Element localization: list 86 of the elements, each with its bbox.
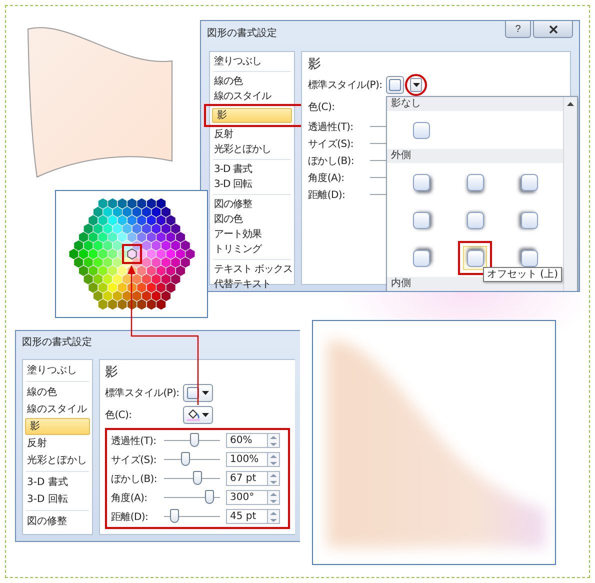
field-label: 色(C): [308, 101, 336, 114]
slider-thumb[interactable] [170, 509, 180, 523]
dialog-title: 図形の書式設定 [22, 336, 92, 349]
field-label: サイズ(S): [111, 454, 158, 466]
field-label: 色(C): [105, 409, 133, 422]
value-field[interactable]: 45 pt [226, 509, 268, 524]
category-item[interactable]: 線のスタイル [23, 401, 92, 418]
shadow-preview-icon [412, 250, 430, 266]
category-item[interactable]: 3-D 回転 [23, 491, 92, 508]
square-icon [389, 79, 401, 91]
field-label: ぼかし(B): [308, 154, 355, 168]
field-label: 透過性(T): [308, 120, 354, 134]
field-label: サイズ(S): [308, 138, 354, 150]
category-item[interactable]: 塗りつぶし [210, 54, 294, 69]
caret-icon [202, 391, 209, 395]
category-item[interactable]: 線のスタイル [210, 89, 294, 104]
category-item[interactable]: アート効果 [210, 227, 294, 242]
square-icon [187, 387, 199, 399]
value-field[interactable]: 300° [226, 490, 268, 505]
paint-bucket-icon [187, 409, 200, 421]
category-item[interactable]: テキスト ボックス [210, 262, 294, 277]
caret-icon [412, 83, 420, 87]
spinner-icon[interactable] [268, 471, 280, 486]
shadow-preview-icon [520, 212, 538, 228]
caret-icon [202, 413, 209, 417]
shadow-style-option[interactable] [463, 246, 487, 270]
selected-color-marker [122, 244, 142, 264]
shadow-preview-icon [520, 174, 538, 190]
spinner-icon[interactable] [268, 509, 280, 524]
slider-thumb[interactable] [190, 433, 199, 447]
value-field[interactable]: 67 pt [226, 471, 268, 486]
category-item[interactable]: 線の色 [210, 74, 294, 89]
value-field[interactable]: 60% [226, 433, 268, 448]
field-label: 標準スタイル(P): [308, 78, 384, 92]
gallery-section-header: 外側 [387, 149, 563, 163]
category-item[interactable]: 図の修整 [23, 513, 92, 530]
shadow-preview-icon [412, 122, 430, 138]
up-arrow-icon [567, 102, 574, 106]
close-icon [548, 24, 558, 34]
shadow-preview-icon [412, 174, 430, 190]
shadow-preview-icon [412, 212, 430, 228]
spinner-icon[interactable] [268, 490, 280, 505]
slider-thumb[interactable] [181, 452, 190, 466]
color-button[interactable] [183, 406, 213, 424]
tooltip: オフセット (上) [483, 267, 562, 282]
spinner-icon[interactable] [268, 433, 280, 448]
category-item[interactable]: 影 [212, 108, 292, 123]
close-button[interactable] [533, 21, 573, 38]
field-label: 距離(D): [111, 510, 150, 524]
dropdown-button[interactable] [410, 78, 422, 92]
category-item[interactable]: 3-D 回転 [210, 177, 294, 192]
field-label: ぼかし(B): [111, 472, 158, 486]
field-label: 標準スタイル(P): [105, 386, 180, 400]
style-button[interactable] [183, 384, 213, 402]
gallery-section-header: 影なし [387, 97, 563, 111]
slider-thumb[interactable] [205, 490, 214, 504]
category-item[interactable]: 光彩とぼかし [210, 142, 294, 157]
shadow-preview-icon [520, 250, 538, 266]
shadow-preview-icon [466, 174, 484, 190]
dialog-title: 図形の書式設定 [207, 26, 277, 40]
category-item[interactable]: 3-D 書式 [23, 474, 92, 491]
slider-thumb[interactable] [192, 471, 202, 485]
shadow-preview-icon [466, 250, 484, 266]
field-label: 角度(A): [111, 492, 148, 504]
field-label: 透過性(T): [111, 434, 158, 448]
category-item[interactable]: 反射 [210, 127, 294, 142]
category-item[interactable]: 図の修整 [210, 197, 294, 212]
field-label: 距離(D): [308, 188, 346, 202]
category-item[interactable]: 塗りつぶし [23, 362, 92, 379]
shadow-preview-icon [466, 212, 484, 228]
section-heading: 影 [105, 364, 119, 382]
category-item[interactable]: 反射 [23, 435, 92, 452]
category-item[interactable]: 図の色 [210, 212, 294, 227]
category-item[interactable]: トリミング [210, 242, 294, 257]
category-item[interactable]: 影 [25, 418, 90, 435]
category-item[interactable]: 3-D 書式 [210, 162, 294, 177]
section-heading: 影 [308, 56, 322, 74]
category-item[interactable]: 代替テキスト [210, 277, 294, 291]
field-label: 角度(A): [308, 172, 346, 184]
color-hexagon-drawing[interactable] [68, 198, 195, 310]
spinner-icon[interactable] [268, 452, 280, 467]
scrollbar[interactable] [563, 97, 577, 291]
category-item[interactable]: 線の色 [23, 384, 92, 401]
value-field[interactable]: 100% [226, 452, 268, 467]
category-item[interactable]: 光彩とぼかし [23, 452, 92, 469]
help-button[interactable]: ? [505, 21, 531, 38]
